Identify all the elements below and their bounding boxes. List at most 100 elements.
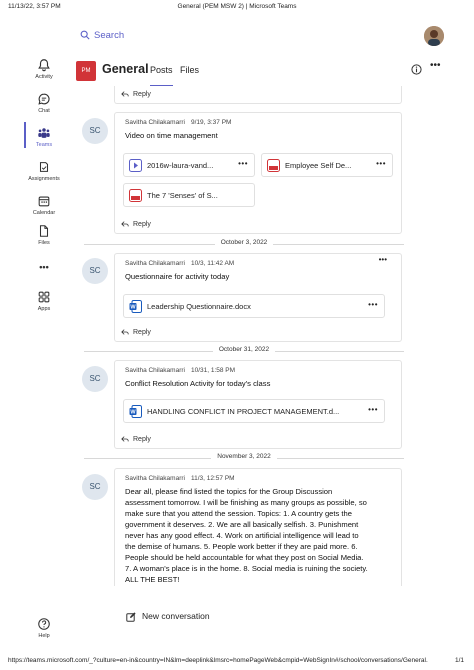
print-page-number: 1/1 xyxy=(454,657,464,664)
reply-icon xyxy=(121,91,129,97)
attachment-card[interactable]: W Leadership Questionnaire.docx ••• xyxy=(123,294,385,318)
reply-button[interactable]: Reply xyxy=(121,328,151,336)
rail-chat[interactable]: Chat xyxy=(24,92,64,114)
search-label: Search xyxy=(94,30,125,41)
tab-posts[interactable]: Posts xyxy=(150,65,173,87)
rail-activity[interactable]: Activity xyxy=(24,58,64,80)
channel-title: General xyxy=(102,62,149,76)
team-badge: PM xyxy=(76,61,96,81)
word-file-icon: W xyxy=(129,300,142,313)
author-avatar[interactable]: SC xyxy=(82,366,108,392)
rail-help[interactable]: Help xyxy=(24,617,64,639)
new-conversation-label: New conversation xyxy=(142,611,210,621)
date-divider: October 3, 2022 xyxy=(84,239,404,249)
svg-text:W: W xyxy=(130,305,136,311)
post-card-partial: Reply xyxy=(114,86,402,104)
post-card: Savitha Chilakamarri 9/19, 3:37 PM Video … xyxy=(114,112,402,234)
post-body-line: 7. A woman's place is in the home. 8. So… xyxy=(125,564,368,573)
new-conversation-button[interactable]: New conversation xyxy=(126,611,210,622)
rail-apps[interactable]: Apps xyxy=(24,290,64,312)
date-divider-label: November 3, 2022 xyxy=(211,453,277,460)
date-divider: November 3, 2022 xyxy=(84,453,404,463)
bell-icon xyxy=(38,59,50,72)
post-body: Dear all, please find listed the topics … xyxy=(125,486,401,585)
reply-button[interactable]: Reply xyxy=(121,435,151,443)
post-card: Savitha Chilakamarri 10/31, 1:58 PM Confl… xyxy=(114,360,402,449)
attachment-more-button[interactable]: ••• xyxy=(368,405,378,414)
svg-text:W: W xyxy=(130,410,136,416)
attachment-card[interactable]: W HANDLING CONFLICT IN PROJECT MANAGEMEN… xyxy=(123,399,385,423)
rail-label: Apps xyxy=(37,306,51,312)
post-card: ••• Savitha Chilakamarri 10/3, 11:42 AM Q… xyxy=(114,253,402,342)
attachment-name: The 7 'Senses' of S... xyxy=(147,191,218,200)
rail-teams[interactable]: Teams xyxy=(24,122,64,148)
post-body-line: assessment tomorrow. I will be finishing… xyxy=(125,498,367,507)
reply-button[interactable]: Reply xyxy=(121,90,151,98)
attachment-name: HANDLING CONFLICT IN PROJECT MANAGEMENT.… xyxy=(147,407,340,416)
post-meta: Savitha Chilakamarri 10/3, 11:42 AM xyxy=(125,260,234,267)
post-timestamp: 9/19, 3:37 PM xyxy=(190,119,232,126)
more-icon: ••• xyxy=(39,262,49,272)
rail-label: Teams xyxy=(35,142,53,148)
post-meta: Savitha Chilakamarri 9/19, 3:37 PM xyxy=(125,119,231,126)
rail-assignments[interactable]: Assignments xyxy=(24,160,64,182)
post-body: Questionnaire for activity today xyxy=(125,272,230,281)
author-avatar[interactable]: SC xyxy=(82,118,108,144)
attachment-name: 2016w-laura-vand... xyxy=(147,161,214,170)
post-author: Savitha Chilakamarri xyxy=(125,475,185,482)
print-header: 11/13/22, 3:57 PM General (PEM MSW 2) | … xyxy=(0,0,474,14)
help-icon xyxy=(38,618,50,630)
rail-label: Chat xyxy=(38,108,50,114)
rail-label: Activity xyxy=(35,74,53,80)
author-avatar[interactable]: SC xyxy=(82,258,108,284)
compose-icon xyxy=(126,612,136,622)
post-author: Savitha Chilakamarri xyxy=(125,367,185,374)
attachment-more-button[interactable]: ••• xyxy=(238,159,248,168)
rail-files[interactable]: Files xyxy=(24,224,64,246)
app-rail: Activity Chat Teams Assignments Calendar… xyxy=(24,52,64,642)
reply-icon xyxy=(121,221,129,227)
tab-files[interactable]: Files xyxy=(180,65,199,75)
reply-icon xyxy=(121,436,129,442)
post-more-button[interactable]: ••• xyxy=(379,255,387,264)
attachment-name: Employee Self De... xyxy=(285,161,352,170)
post-timestamp: 11/3, 12:57 PM xyxy=(190,475,235,482)
post-author: Savitha Chilakamarri xyxy=(125,260,185,267)
channel-header: PM General Posts Files ••• xyxy=(76,58,456,88)
print-footer: https://teams.microsoft.com/_?culture=en… xyxy=(0,654,474,670)
post-body: Conflict Resolution Activity for today's… xyxy=(125,379,271,388)
post-body-line: ALL THE BEST! xyxy=(125,575,180,584)
post-body-line: government it deserves. 2. We are all ba… xyxy=(125,520,359,529)
reply-label: Reply xyxy=(133,90,151,98)
assignments-icon xyxy=(39,162,49,172)
attachment-more-button[interactable]: ••• xyxy=(376,159,386,168)
rail-label: Files xyxy=(38,240,50,246)
apps-grid-icon xyxy=(38,291,50,303)
chat-icon xyxy=(38,93,50,105)
info-icon[interactable] xyxy=(411,64,422,75)
attachment-more-button[interactable]: ••• xyxy=(368,300,378,309)
reply-label: Reply xyxy=(133,328,151,336)
author-avatar[interactable]: SC xyxy=(82,474,108,500)
post-body: Video on time management xyxy=(125,131,218,140)
channel-more-button[interactable]: ••• xyxy=(430,60,441,71)
date-divider-label: October 3, 2022 xyxy=(214,239,274,246)
attachment-name: Leadership Questionnaire.docx xyxy=(147,302,251,311)
pdf-file-icon xyxy=(267,159,280,172)
attachment-card[interactable]: The 7 'Senses' of S... xyxy=(123,183,255,207)
post-body-line: the demise of humans. 5. People work bet… xyxy=(125,542,358,551)
reply-button[interactable]: Reply xyxy=(121,220,151,228)
teams-icon xyxy=(38,128,50,138)
rail-more-apps[interactable]: ••• xyxy=(24,262,64,272)
post-meta: Savitha Chilakamarri 10/31, 1:58 PM xyxy=(125,367,235,374)
attachment-card[interactable]: 2016w-laura-vand... ••• xyxy=(123,153,255,177)
attachment-card[interactable]: Employee Self De... ••• xyxy=(261,153,393,177)
rail-calendar[interactable]: Calendar xyxy=(24,194,64,216)
print-title: General (PEM MSW 2) | Microsoft Teams xyxy=(177,3,297,10)
search-box[interactable]: Search xyxy=(80,30,124,41)
user-avatar[interactable] xyxy=(424,26,444,46)
post-meta: Savitha Chilakamarri 11/3, 12:57 PM xyxy=(125,475,235,482)
rail-label: Assignments xyxy=(28,176,60,182)
file-icon xyxy=(39,225,49,237)
post-body-line: make sure that you attend the session. T… xyxy=(125,509,352,518)
